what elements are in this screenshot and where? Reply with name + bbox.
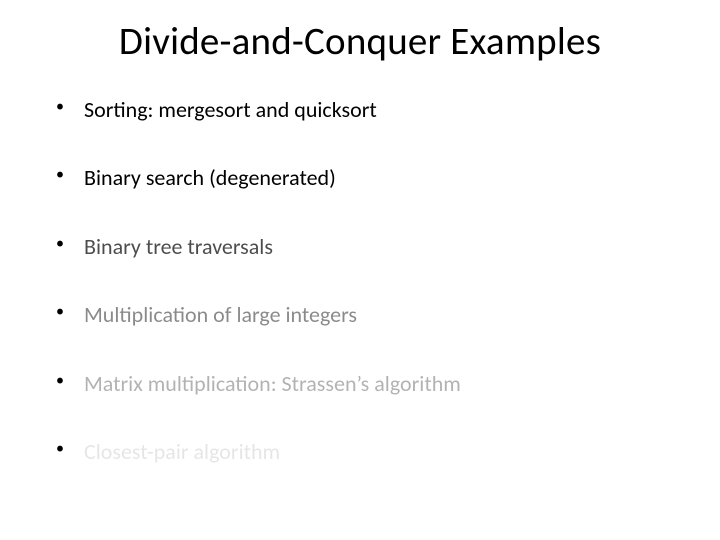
list-item: Sorting: mergesort and quicksort: [56, 97, 684, 123]
page-title: Divide-and-Conquer Examples: [36, 18, 684, 65]
list-item: Matrix multiplication: Strassen’s algori…: [56, 371, 684, 397]
list-item: Closest-pair algorithm: [56, 439, 684, 465]
list-item: Binary tree traversals: [56, 234, 684, 260]
slide: Divide-and-Conquer Examples Sorting: mer…: [0, 0, 720, 540]
list-item: Binary search (degenerated): [56, 165, 684, 191]
list-item: Multiplication of large integers: [56, 302, 684, 328]
bullet-list: Sorting: mergesort and quicksort Binary …: [36, 97, 684, 465]
